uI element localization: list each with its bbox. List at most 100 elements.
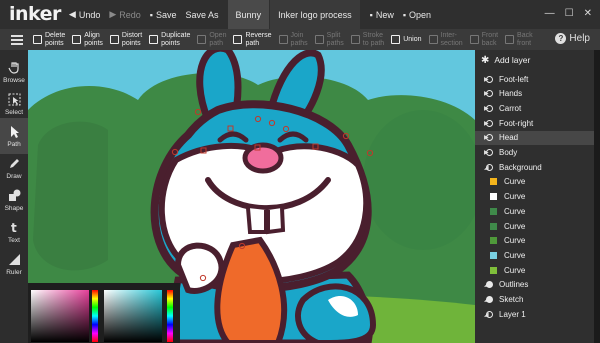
operations-group: Delete points Align points Distort points D…: [33, 32, 540, 47]
layer-name: Curve: [504, 221, 526, 231]
operation-icon: [505, 35, 515, 44]
saturation-value-field[interactable]: [104, 290, 162, 342]
fill-color-swatch[interactable]: [490, 237, 497, 245]
layer-name: Curve: [504, 177, 526, 187]
tool-select[interactable]: Select: [0, 86, 28, 122]
hue-slider[interactable]: [92, 290, 98, 342]
expanded-triangle-icon[interactable]: ◢: [475, 296, 489, 303]
operation-button[interactable]: Join paths: [278, 32, 308, 47]
tool-shape[interactable]: Shape: [0, 182, 28, 218]
layer-curve-row[interactable]: Curve: [475, 248, 594, 262]
tool-label: Browse: [3, 76, 25, 84]
layer-name: Curve: [504, 236, 526, 246]
layer-name: Body: [499, 148, 518, 157]
expanded-triangle-icon[interactable]: ◢: [475, 281, 489, 288]
expanded-triangle-icon[interactable]: ◢: [475, 164, 489, 171]
collapsed-triangle-icon[interactable]: ▶: [475, 149, 489, 156]
visibility-toggle-icon[interactable]: [486, 104, 493, 112]
layer-curve-row[interactable]: Curve: [475, 175, 594, 189]
visibility-toggle-icon[interactable]: [486, 75, 493, 83]
fill-color-swatch[interactable]: [490, 207, 497, 215]
layer-group-row[interactable]: ▶ Head: [475, 130, 594, 145]
hamburger-menu-icon[interactable]: [5, 34, 29, 45]
tool-draw[interactable]: Draw: [0, 150, 28, 186]
tool-text[interactable]: t Text: [0, 214, 28, 250]
layer-curve-row[interactable]: Curve: [475, 263, 594, 277]
fill-color-swatch[interactable]: [490, 193, 497, 201]
undo-button[interactable]: ◀ Undo: [69, 9, 100, 20]
save-button[interactable]: ▪ Save: [150, 10, 177, 20]
collapsed-triangle-icon[interactable]: ▶: [475, 90, 489, 97]
layer-curve-row[interactable]: Curve: [475, 204, 594, 218]
layer-group-row[interactable]: ▶ Body: [475, 146, 594, 160]
tool-label: Shape: [4, 204, 24, 212]
layer-name: Curve: [504, 206, 526, 216]
help-button[interactable]: ? Help: [555, 33, 590, 44]
operation-button[interactable]: Back front: [505, 32, 533, 47]
visibility-toggle-icon[interactable]: [486, 90, 493, 98]
visibility-toggle-icon[interactable]: [486, 163, 493, 171]
tool-path[interactable]: Path: [0, 118, 28, 154]
open-label: Open: [409, 9, 432, 20]
visibility-toggle-icon[interactable]: [486, 134, 493, 142]
operation-button[interactable]: Inter- section: [428, 32, 463, 47]
tab-bunny[interactable]: Bunny: [227, 0, 270, 29]
tool-browse[interactable]: Browse: [0, 54, 28, 90]
gear-icon[interactable]: ✱: [481, 55, 489, 66]
operation-button[interactable]: Align points: [72, 32, 103, 47]
layer-group-row[interactable]: ▶ Foot-left: [475, 72, 594, 86]
close-icon[interactable]: ✕: [584, 8, 592, 19]
operation-button[interactable]: Front back: [469, 32, 498, 47]
tab-inker-logo-process[interactable]: Inker logo process: [270, 0, 360, 29]
visibility-toggle-icon[interactable]: [486, 310, 493, 318]
visibility-toggle-icon[interactable]: [486, 281, 493, 289]
layer-name: Sketch: [499, 295, 524, 304]
layer-group-row[interactable]: ◢ Background: [475, 160, 594, 174]
fill-color-swatch[interactable]: [490, 266, 497, 274]
layer-group-row[interactable]: ◢ Layer 1: [475, 307, 594, 321]
fill-color-swatch[interactable]: [490, 178, 497, 186]
fill-color-swatch[interactable]: [490, 222, 497, 230]
layer-group-row[interactable]: ◢ Outlines: [475, 278, 594, 292]
layer-curve-row[interactable]: Curve: [475, 190, 594, 204]
tool-ruler[interactable]: Ruler: [0, 246, 28, 282]
operation-button[interactable]: Reverse path: [233, 32, 272, 47]
operation-button[interactable]: Duplicate points: [149, 32, 190, 47]
nose-shape: [242, 142, 284, 174]
operation-button[interactable]: Delete points: [33, 32, 65, 47]
path-cursor-icon: [7, 125, 21, 139]
expanded-triangle-icon[interactable]: ◢: [475, 311, 489, 318]
visibility-toggle-icon[interactable]: [486, 119, 493, 127]
save-as-label: Save As: [185, 9, 219, 20]
layer-curve-row[interactable]: Curve: [475, 234, 594, 248]
new-button[interactable]: ▪ New: [370, 10, 394, 20]
operation-button[interactable]: Open path: [197, 32, 226, 47]
fill-color-swatch[interactable]: [490, 251, 497, 259]
layers-scrollbar[interactable]: [594, 50, 600, 343]
visibility-toggle-icon[interactable]: [486, 149, 493, 156]
operation-button[interactable]: Split paths: [314, 32, 344, 47]
redo-button[interactable]: ▶ Redo: [109, 9, 140, 20]
layer-name: Curve: [504, 250, 526, 260]
collapsed-triangle-icon[interactable]: ▶: [475, 134, 489, 141]
save-as-button[interactable]: Save As: [186, 10, 219, 20]
collapsed-triangle-icon[interactable]: ▶: [475, 76, 489, 83]
minimize-icon[interactable]: —: [545, 8, 555, 19]
layer-curve-row[interactable]: Curve: [475, 219, 594, 233]
collapsed-triangle-icon[interactable]: ▶: [475, 105, 489, 112]
maximize-icon[interactable]: ☐: [565, 8, 574, 19]
hue-slider[interactable]: [167, 290, 173, 342]
layer-group-row[interactable]: ▶ Hands: [475, 87, 594, 101]
layer-group-row[interactable]: ▶ Carrot: [475, 101, 594, 115]
collapsed-triangle-icon[interactable]: ▶: [475, 120, 489, 127]
operation-button[interactable]: Stroke to path: [350, 32, 384, 47]
add-layer-button[interactable]: ✱ Add layer: [475, 50, 594, 70]
tools-sidebar: Browse Select Path Draw Shape t Text Ruler: [0, 50, 28, 343]
layer-group-row[interactable]: ▶ Foot-right: [475, 116, 594, 130]
operation-button[interactable]: Union: [391, 35, 422, 44]
open-button[interactable]: ▪ Open: [403, 10, 431, 20]
layer-group-row[interactable]: ◢ Sketch: [475, 293, 594, 307]
operation-button[interactable]: Distort points: [109, 32, 142, 47]
visibility-toggle-icon[interactable]: [486, 296, 493, 303]
saturation-value-field[interactable]: [31, 290, 89, 342]
